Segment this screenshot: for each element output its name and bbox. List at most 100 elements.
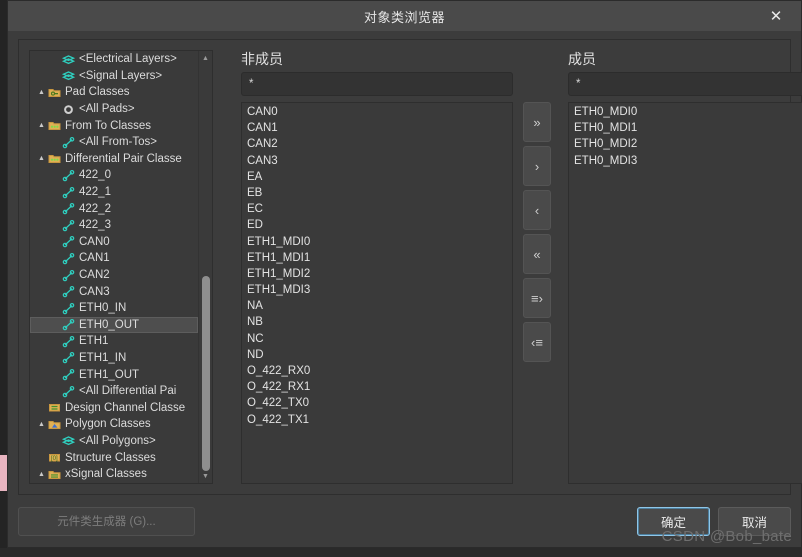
nonmember-column: 非成员 CAN0CAN1CAN2CAN3EAEBECEDETH1_MDI0ETH… [241, 50, 513, 484]
tree-item-eth1-in[interactable]: ▲ETH1_IN [30, 350, 198, 367]
tree-item-eth0-out[interactable]: ▲ETH0_OUT [30, 316, 198, 334]
add-filtered-button[interactable]: ≡› [523, 278, 551, 318]
tree-item-eth1-out[interactable]: ▲ETH1_OUT [30, 366, 198, 383]
tree-item-design-channel-classe[interactable]: ▲Design Channel Classe [30, 399, 198, 416]
tree-item-422-1[interactable]: ▲422_1 [30, 184, 198, 201]
member-list-item[interactable]: ETH0_MDI3 [569, 153, 802, 169]
tree-item-can3[interactable]: ▲CAN3 [30, 283, 198, 300]
tree-item-label: <Electrical Layers> [79, 53, 177, 66]
tree-item-all-pads[interactable]: ▲<All Pads> [30, 101, 198, 118]
expand-collapse-icon[interactable]: ▲ [36, 471, 47, 478]
ok-button[interactable]: 确定 [637, 506, 710, 536]
nonmember-list-item[interactable]: ETH1_MDI3 [242, 282, 512, 298]
nonmember-list-item[interactable]: CAN2 [242, 136, 512, 152]
nonmember-list-item[interactable]: EB [242, 185, 512, 201]
folder-xsig-icon [47, 468, 62, 481]
tree-item-all-differential-pai[interactable]: ▲<All Differential Pai [30, 383, 198, 400]
nonmember-list-item[interactable]: ETH1_MDI2 [242, 266, 512, 282]
nonmember-list-item[interactable]: ND [242, 347, 512, 363]
nonmember-list-item[interactable]: ETH1_MDI1 [242, 250, 512, 266]
nonmember-list-item[interactable]: ED [242, 217, 512, 233]
cancel-button[interactable]: 取消 [718, 506, 791, 536]
add-selected-button[interactable]: › [523, 146, 551, 186]
class-tree[interactable]: ▲<Electrical Layers>▲<Signal Layers>▲Pad… [29, 50, 213, 484]
tree-scrollbar-thumb[interactable] [202, 276, 210, 471]
nonmember-list-item[interactable]: CAN3 [242, 153, 512, 169]
layers-icon [61, 69, 76, 82]
svg-text:[0]: [0] [51, 456, 58, 462]
expand-collapse-icon[interactable]: ▲ [36, 155, 47, 162]
tree-scrollbar[interactable]: ▲ ▼ [198, 51, 212, 483]
expand-collapse-icon[interactable]: ▲ [36, 89, 47, 96]
component-class-generator-button[interactable]: 元件类生成器 (G)... [18, 506, 195, 536]
expand-collapse-icon[interactable]: ▲ [36, 421, 47, 428]
tree-item-eth1[interactable]: ▲ETH1 [30, 333, 198, 350]
nonmember-list-item[interactable]: EA [242, 169, 512, 185]
nonmember-listbox[interactable]: CAN0 CAN1 CAN2 CAN3 EA EB EC ED ETH1_MDI0 ETH1_MD… [241, 102, 513, 484]
tree-item-from-to-classes[interactable]: ▲ From To Classes [30, 117, 198, 134]
folder-dots-icon [47, 152, 62, 165]
tree-item-differential-pair-classe[interactable]: ▲ Differential Pair Classe [30, 151, 198, 168]
folder-pad-icon [47, 86, 62, 99]
member-list-item[interactable]: ETH0_MDI1 [569, 120, 802, 136]
nonmember-list-item[interactable]: O_422_RX1 [242, 379, 512, 395]
tree-item-label: ETH1_IN [79, 351, 127, 364]
transfer-button-column: » › ‹ «≡› ‹≡ [523, 50, 551, 484]
background-app-bottom-strip [0, 548, 802, 557]
member-list-item[interactable]: ETH0_MDI0 [569, 104, 802, 120]
tree-item-all-from-tos[interactable]: ▲<All From-Tos> [30, 134, 198, 151]
tree-item-polygon-classes[interactable]: ▲ Polygon Classes [30, 416, 198, 433]
nonmember-list-item[interactable]: CAN1 [242, 120, 512, 136]
tree-item-signal-layers[interactable]: ▲<Signal Layers> [30, 68, 198, 85]
tree-item-electrical-layers[interactable]: ▲<Electrical Layers> [30, 51, 198, 68]
diffpair-icon [61, 136, 76, 149]
remove-selected-button[interactable]: ‹ [523, 190, 551, 230]
nonmember-list-item[interactable]: O_422_RX0 [242, 363, 512, 379]
nonmember-list-item[interactable]: ETH1_MDI0 [242, 234, 512, 250]
nonmember-filter-input[interactable] [241, 72, 513, 96]
diffpair-icon [61, 186, 76, 199]
diffpair-icon [61, 335, 76, 348]
tree-item-xsignal-classes[interactable]: ▲ xSignal Classes [30, 466, 198, 483]
scroll-up-icon[interactable]: ▲ [199, 51, 212, 65]
tree-item-all-polygons[interactable]: ▲<All Polygons> [30, 433, 198, 450]
nonmember-list-item[interactable]: NB [242, 314, 512, 330]
tree-item-label: ETH0_OUT [79, 318, 140, 331]
nonmember-list-item[interactable]: O_422_TX1 [242, 412, 512, 428]
tree-item-can0[interactable]: ▲CAN0 [30, 234, 198, 251]
scroll-down-icon[interactable]: ▼ [199, 469, 212, 483]
tree-item-can1[interactable]: ▲CAN1 [30, 250, 198, 267]
diffpair-icon [61, 285, 76, 298]
content-panel: ▲<Electrical Layers>▲<Signal Layers>▲Pad… [18, 39, 802, 495]
member-list-item[interactable]: ETH0_MDI2 [569, 136, 802, 152]
member-listbox[interactable]: ETH0_MDI0 ETH0_MDI1 ETH0_MDI2 ETH0_MDI3 [568, 102, 802, 484]
tree-item-label: CAN3 [79, 285, 110, 298]
member-filter-input[interactable] [568, 72, 802, 96]
tree-item-eth0-in[interactable]: ▲ETH0_IN [30, 300, 198, 317]
remove-all-button[interactable]: « [523, 234, 551, 274]
diffpair-icon [61, 235, 76, 248]
nonmember-list-item[interactable]: NC [242, 331, 512, 347]
tree-item-can2[interactable]: ▲CAN2 [30, 267, 198, 284]
pad-ring-icon [61, 103, 76, 116]
tree-item-label: Differential Pair Classe [65, 152, 182, 165]
dialog-titlebar: 对象类浏览器 ✕ [8, 1, 801, 31]
tree-item-422-3[interactable]: ▲422_3 [30, 217, 198, 234]
tree-item-pad-classes[interactable]: ▲ Pad Classes [30, 84, 198, 101]
nonmember-list-item[interactable]: EC [242, 201, 512, 217]
remove-filtered-button[interactable]: ‹≡ [523, 322, 551, 362]
nonmember-list-item[interactable]: NA [242, 298, 512, 314]
tree-item-all-xsignals[interactable]: ▲<All xSignals> [30, 482, 198, 483]
add-all-button[interactable]: » [523, 102, 551, 142]
diffpair-icon [61, 202, 76, 215]
tree-item-422-2[interactable]: ▲422_2 [30, 200, 198, 217]
close-icon[interactable]: ✕ [759, 1, 793, 31]
expand-collapse-icon[interactable]: ▲ [36, 122, 47, 129]
tree-item-label: <All Pads> [79, 103, 135, 116]
nonmember-list-item[interactable]: O_422_TX0 [242, 395, 512, 411]
tree-item-label: ETH1 [79, 335, 109, 348]
nonmember-list-item[interactable]: CAN0 [242, 104, 512, 120]
tree-item-structure-classes[interactable]: ▲[0]Structure Classes [30, 449, 198, 466]
tree-item-label: CAN2 [79, 269, 110, 282]
tree-item-422-0[interactable]: ▲422_0 [30, 167, 198, 184]
